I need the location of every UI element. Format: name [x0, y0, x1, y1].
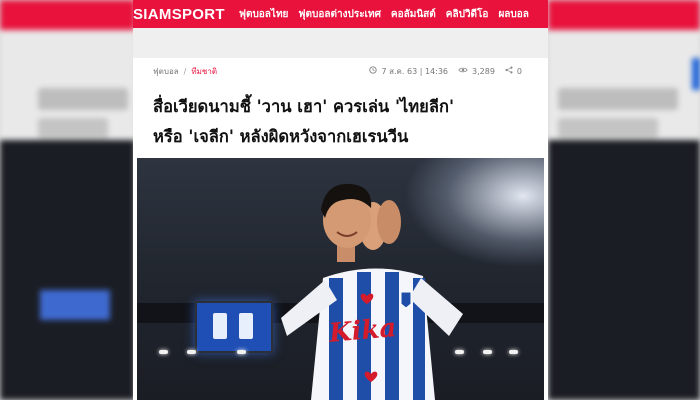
breadcrumb-separator: / — [183, 66, 187, 76]
nav-item-foreign-football[interactable]: ฟุตบอลต่างประเทศ — [298, 7, 381, 22]
article-stats: 7 ส.ค. 63 | 14:36 3,289 0 — [369, 65, 528, 78]
stadium-scoreboard — [195, 301, 273, 353]
jersey-sponsor-logo: Kika — [327, 313, 398, 349]
article-title: สื่อเวียดนามชี้ 'วาน เฮา' ควรเล่น 'ไทยลี… — [153, 92, 533, 152]
share-icon[interactable] — [505, 66, 513, 76]
nav-item-columnist[interactable]: คอลัมนิสต์ — [391, 7, 436, 22]
clock-icon — [369, 66, 378, 76]
blurred-background-right — [548, 0, 700, 400]
nav-item-video-clips[interactable]: คลิปวิดีโอ — [446, 7, 489, 22]
site-navbar: SIAMSPORT ฟุตบอลไทย ฟุตบอลต่างประเทศ คอล… — [133, 0, 548, 28]
article-card: SIAMSPORT ฟุตบอลไทย ฟุตบอลต่างประเทศ คอล… — [133, 0, 548, 400]
eye-icon — [458, 66, 468, 76]
view-count: 3,289 — [472, 66, 495, 76]
publish-date: 7 ส.ค. 63 | 14:36 — [381, 66, 448, 76]
breadcrumb-national-team[interactable]: ทีมชาติ — [191, 65, 217, 78]
article-title-line-1: สื่อเวียดนามชี้ 'วาน เฮา' ควรเล่น 'ไทยลี… — [153, 97, 454, 116]
site-logo[interactable]: SIAMSPORT — [133, 6, 225, 23]
share-count: 0 — [516, 66, 522, 76]
nav-item-thai-football[interactable]: ฟุตบอลไทย — [239, 7, 289, 22]
article-title-line-2: หรือ 'เจลีก' หลังผิดหวังจากเฮเรนวีน — [153, 127, 409, 146]
article-hero-photo[interactable]: Kika — [137, 158, 544, 400]
player-figure — [281, 183, 463, 400]
article-meta: ฟุตบอล / ทีมชาติ 7 ส.ค. 63 | 14:36 3,289… — [153, 64, 528, 78]
breadcrumb-football[interactable]: ฟุตบอล — [153, 65, 179, 78]
sub-header-bar — [133, 28, 548, 58]
blurred-background-left — [0, 0, 135, 400]
nav-item-results[interactable]: ผลบอล — [498, 7, 528, 22]
